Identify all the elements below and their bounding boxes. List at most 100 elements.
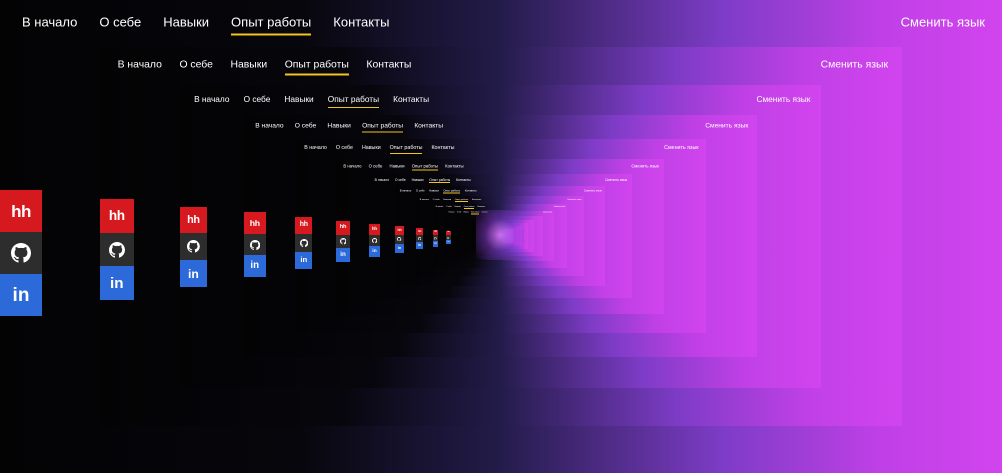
change-language-button[interactable]: Сменить язык — [756, 94, 810, 104]
linkedin-link[interactable]: in — [244, 255, 266, 277]
nav-item-4[interactable]: Контакты — [477, 206, 485, 208]
nav-item-2[interactable]: Навыки — [443, 199, 451, 201]
nav-item-0[interactable]: В начало — [194, 94, 229, 104]
social-links: hh in — [395, 226, 404, 253]
change-language-button[interactable]: Сменить язык — [705, 123, 748, 130]
change-language-button[interactable]: Сменить язык — [543, 212, 552, 213]
nav-item-4[interactable]: Контакты — [414, 123, 443, 130]
hh-link[interactable]: hh — [244, 212, 266, 234]
nav-item-2[interactable]: Навыки — [362, 145, 381, 151]
nav-item-1[interactable]: О себе — [336, 145, 353, 151]
nav-item-2[interactable]: Навыки — [284, 94, 313, 104]
nav-item-3[interactable]: Опыт работы — [411, 163, 438, 171]
nav-item-4[interactable]: Контакты — [445, 163, 463, 168]
nav-item-4[interactable]: Контакты — [465, 190, 477, 193]
nav-item-2[interactable]: Навыки — [429, 190, 439, 193]
hh-link[interactable]: hh — [368, 223, 380, 235]
github-link[interactable] — [368, 234, 380, 246]
nav-item-3[interactable]: Опыт работы — [470, 212, 480, 215]
change-language-button[interactable]: Сменить язык — [567, 199, 581, 201]
nav-item-4[interactable]: Контакты — [393, 94, 429, 104]
nav-item-0[interactable]: В начало — [436, 206, 443, 208]
hh-link[interactable]: hh — [336, 220, 350, 235]
github-link[interactable] — [0, 232, 42, 274]
nav-item-2[interactable]: Навыки — [327, 123, 350, 130]
github-link[interactable] — [244, 233, 266, 256]
nav-item-2[interactable]: Навыки — [464, 212, 469, 213]
nav-item-3[interactable]: Опыт работы — [389, 145, 423, 154]
hh-link[interactable]: hh — [395, 226, 404, 236]
github-link[interactable] — [395, 235, 404, 244]
change-language-button[interactable]: Сменить язык — [821, 59, 888, 70]
linkedin-link[interactable]: in — [368, 245, 380, 257]
nav-item-1[interactable]: О себе — [244, 94, 271, 104]
hh-link[interactable]: hh — [295, 217, 313, 235]
nav-item-1[interactable]: О себе — [416, 190, 425, 193]
hh-link[interactable]: hh — [416, 228, 424, 236]
nav-item-0[interactable]: В начало — [118, 59, 162, 70]
linkedin-link[interactable]: in — [395, 243, 404, 253]
change-language-button[interactable]: Сменить язык — [631, 163, 659, 168]
nav-item-0[interactable]: В начало — [22, 15, 77, 30]
nav-item-0[interactable]: В начало — [255, 123, 283, 130]
nav-item-1[interactable]: О себе — [457, 212, 461, 213]
nav-item-4[interactable]: Контакты — [366, 59, 411, 70]
nav-item-1[interactable]: О себе — [99, 15, 141, 30]
nav-item-1[interactable]: О себе — [446, 206, 452, 208]
nav-item-1[interactable]: О себе — [179, 59, 212, 70]
nav-item-2[interactable]: Навыки — [231, 59, 268, 70]
nav-item-2[interactable]: Навыки — [455, 206, 461, 208]
nav-item-1[interactable]: О себе — [395, 178, 406, 182]
change-language-button[interactable]: Сменить язык — [554, 206, 565, 208]
nav-item-3[interactable]: Опыт работы — [443, 190, 461, 194]
github-link[interactable] — [100, 232, 134, 267]
hh-link[interactable]: hh — [100, 199, 134, 233]
nav-item-0[interactable]: В начало — [304, 145, 327, 151]
nav-item-1[interactable]: О себе — [433, 199, 440, 201]
linkedin-link[interactable]: in — [336, 248, 350, 263]
nav-item-0[interactable]: В начало — [449, 212, 455, 213]
linkedin-link[interactable]: in — [0, 274, 42, 316]
nav-item-0[interactable]: В начало — [400, 190, 412, 193]
nav-item-1[interactable]: О себе — [369, 163, 383, 168]
nav-item-2[interactable]: Навыки — [390, 163, 405, 168]
nav-item-0[interactable]: В начало — [375, 178, 389, 182]
nav-item-4[interactable]: Контакты — [431, 145, 454, 151]
linkedin-link[interactable]: in — [180, 260, 207, 288]
nav-item-3[interactable]: Опыт работы — [327, 94, 380, 108]
nested-page-frame — [477, 225, 522, 247]
hh-link[interactable]: hh — [0, 190, 42, 232]
linkedin-icon: in — [12, 284, 30, 306]
nav-item-3[interactable]: Опыт работы — [454, 199, 469, 203]
github-link[interactable] — [295, 234, 313, 252]
nav-item-4[interactable]: Контакты — [472, 199, 481, 201]
hh-link[interactable]: hh — [180, 206, 207, 234]
nav-item-2[interactable]: Навыки — [163, 15, 209, 30]
change-language-button[interactable]: Сменить язык — [605, 178, 627, 182]
linkedin-link[interactable]: in — [446, 239, 451, 245]
nav-item-4[interactable]: Контакты — [333, 15, 389, 30]
nav-item-0[interactable]: В начало — [420, 199, 429, 201]
nav-item-0[interactable]: В начало — [343, 163, 361, 168]
github-link[interactable] — [180, 233, 207, 261]
nav-item-4[interactable]: Контакты — [482, 212, 488, 213]
linkedin-link[interactable]: in — [100, 266, 134, 300]
nav-item-2[interactable]: Навыки — [412, 178, 424, 182]
social-links: hh in — [244, 212, 266, 277]
change-language-button[interactable]: Сменить язык — [664, 145, 698, 151]
linkedin-link[interactable]: in — [432, 240, 439, 247]
change-language-button[interactable]: Сменить язык — [901, 15, 985, 30]
nav-item-3[interactable]: Опыт работы — [362, 123, 404, 133]
change-language-button[interactable]: Сменить язык — [584, 190, 602, 193]
nav-item-4[interactable]: Контакты — [456, 178, 471, 182]
github-link[interactable] — [416, 235, 424, 243]
nav-item-3[interactable]: Опыт работы — [284, 59, 349, 76]
nav-item-1[interactable]: О себе — [295, 123, 316, 130]
nav-item-3[interactable]: Опыт работы — [463, 206, 475, 209]
nested-main-nav: В начало О себеНавыкиОпыт работыКонтакты — [416, 199, 584, 203]
linkedin-link[interactable]: in — [416, 242, 424, 250]
nav-item-3[interactable]: Опыт работы — [429, 178, 451, 184]
nav-item-3[interactable]: Опыт работы — [231, 15, 312, 36]
linkedin-link[interactable]: in — [295, 251, 313, 269]
github-link[interactable] — [336, 234, 350, 249]
